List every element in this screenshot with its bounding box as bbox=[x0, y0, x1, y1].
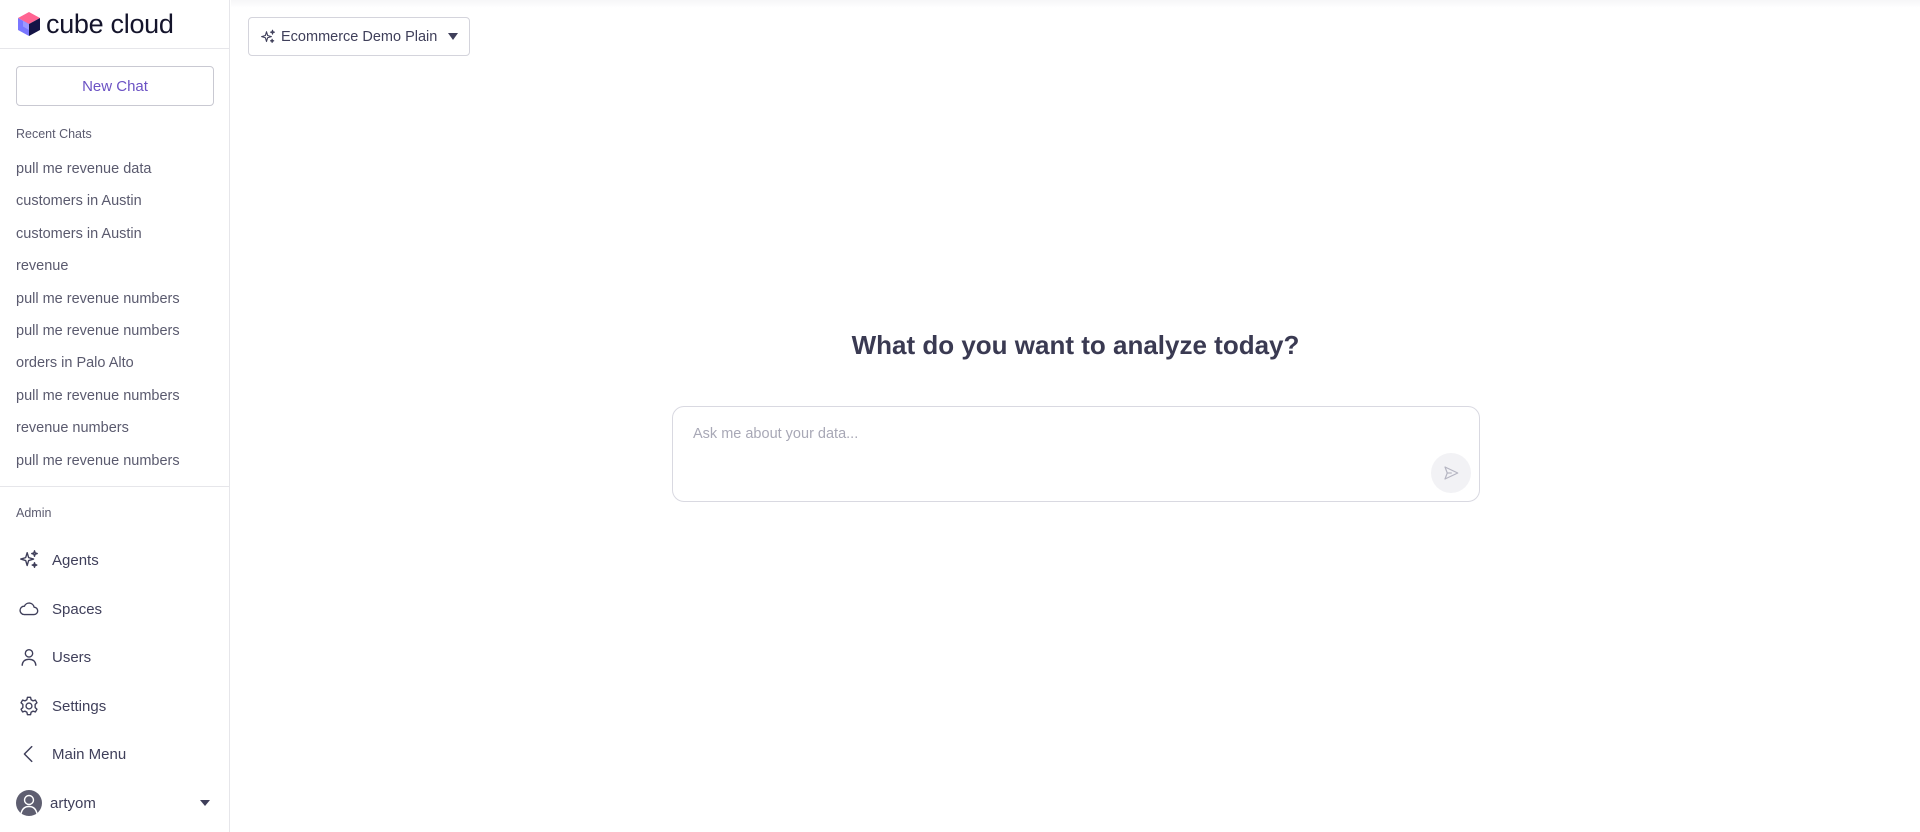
chevron-left-icon bbox=[23, 745, 33, 763]
cloud-icon bbox=[19, 602, 39, 616]
sidebar-item-spaces[interactable]: Spaces bbox=[18, 595, 102, 623]
chat-input[interactable] bbox=[691, 421, 1395, 447]
main-content: Ecommerce Demo Plain What do you want to… bbox=[231, 0, 1920, 832]
admin-heading: Admin bbox=[16, 506, 52, 520]
user-menu[interactable]: artyom bbox=[16, 789, 214, 817]
gear-icon bbox=[20, 696, 38, 716]
send-button[interactable] bbox=[1431, 453, 1471, 493]
recent-chat-item[interactable]: pull me revenue data bbox=[16, 157, 180, 189]
avatar bbox=[16, 790, 42, 816]
sparkles-icon bbox=[261, 29, 275, 43]
user-icon bbox=[21, 648, 37, 666]
recent-chat-item[interactable]: customers in Austin bbox=[16, 189, 180, 221]
recent-chat-item[interactable]: revenue numbers bbox=[16, 416, 180, 448]
user-name: artyom bbox=[50, 794, 96, 812]
sidebar-item-label: Settings bbox=[52, 697, 107, 715]
agent-select[interactable]: Ecommerce Demo Plain bbox=[248, 17, 470, 56]
sidebar: cube cloud New Chat Recent Chats pull me… bbox=[0, 0, 230, 832]
brand-logo[interactable]: cube cloud bbox=[0, 0, 229, 49]
new-chat-button[interactable]: New Chat bbox=[16, 66, 214, 106]
chat-prompt-box[interactable] bbox=[672, 406, 1480, 502]
agent-select-value: Ecommerce Demo Plain bbox=[281, 28, 438, 45]
recent-chat-item[interactable]: orders in Palo Alto bbox=[16, 351, 180, 383]
sidebar-item-label: Main Menu bbox=[52, 745, 127, 763]
sidebar-item-label: Agents bbox=[52, 551, 99, 569]
recent-chat-item[interactable]: revenue bbox=[16, 254, 180, 286]
sidebar-item-settings[interactable]: Settings bbox=[18, 692, 106, 720]
sidebar-item-main-menu[interactable]: Main Menu bbox=[18, 740, 126, 768]
top-bar bbox=[231, 0, 1920, 8]
send-icon bbox=[1444, 466, 1459, 480]
recent-chat-item[interactable]: pull me revenue numbers bbox=[16, 319, 180, 351]
brand-name: cube cloud bbox=[46, 8, 174, 39]
sidebar-item-label: Spaces bbox=[52, 600, 103, 618]
chevron-down-icon bbox=[448, 33, 458, 40]
recent-chat-item[interactable]: pull me revenue numbers bbox=[16, 384, 180, 416]
recent-chats-heading: Recent Chats bbox=[16, 127, 92, 141]
page-title: What do you want to analyze today? bbox=[851, 330, 1300, 360]
chevron-down-icon[interactable] bbox=[200, 800, 210, 806]
sidebar-item-users[interactable]: Users bbox=[18, 643, 91, 671]
sidebar-divider bbox=[0, 486, 230, 487]
sidebar-item-label: Users bbox=[52, 648, 92, 666]
recent-chats-list: pull me revenue data customers in Austin… bbox=[16, 157, 180, 481]
sidebar-item-agents[interactable]: Agents bbox=[18, 546, 99, 574]
recent-chat-item[interactable]: customers in Austin bbox=[16, 222, 180, 254]
cube-logo-icon bbox=[18, 12, 40, 36]
user-avatar-icon bbox=[20, 794, 38, 815]
recent-chat-item[interactable]: pull me revenue numbers bbox=[16, 449, 180, 481]
recent-chat-item[interactable]: pull me revenue numbers bbox=[16, 287, 180, 319]
sparkles-icon bbox=[20, 550, 38, 569]
